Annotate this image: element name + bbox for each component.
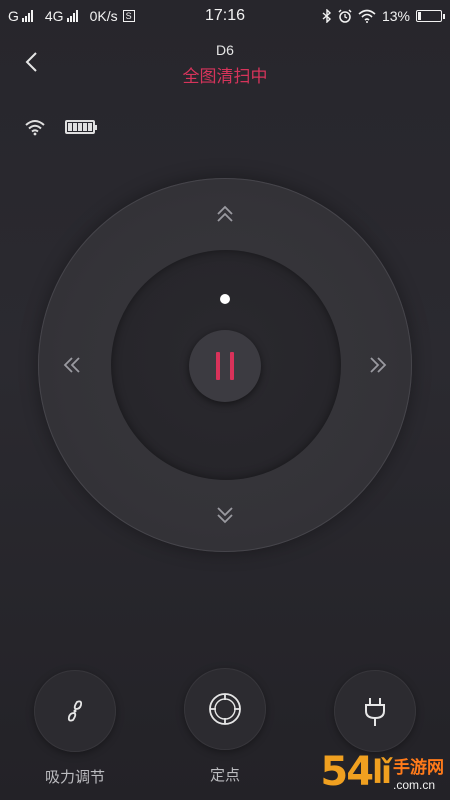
status-right: 13% — [322, 8, 445, 24]
watermark-text: 手游网 — [393, 758, 444, 777]
pause-icon — [216, 352, 220, 380]
recharge-button[interactable] — [334, 670, 416, 752]
cleaning-status: 全图清扫中 — [182, 67, 268, 86]
double-chevron-down-icon — [217, 507, 233, 524]
watermark-number: 54 — [320, 749, 374, 795]
device-battery-icon — [65, 120, 97, 134]
turn-right-button[interactable] — [366, 354, 388, 381]
suction-adjust-label: 吸力调节 — [44, 769, 105, 786]
suction-adjust-button[interactable] — [34, 670, 116, 752]
device-wifi-icon — [25, 120, 45, 136]
bluetooth-icon — [322, 9, 331, 23]
watermark-url: .com.cn — [393, 778, 436, 792]
watermark-logo: 54 lǐ 手游网 .com.cn — [320, 752, 444, 792]
status-bar: G 4G 0K/s S 17:16 13% — [0, 0, 450, 32]
watermark-text-group: 手游网 .com.cn — [393, 758, 444, 792]
fan-icon — [67, 700, 83, 722]
pause-icon-bar — [230, 352, 234, 380]
double-chevron-left-icon — [63, 357, 80, 373]
page-title: D6 — [216, 42, 234, 58]
position-dot — [220, 294, 230, 304]
battery-icon — [416, 10, 445, 22]
double-chevron-up-icon — [217, 205, 233, 222]
move-backward-button[interactable] — [213, 505, 237, 530]
turn-left-button[interactable] — [62, 354, 84, 381]
spot-target-icon — [209, 693, 241, 725]
watermark-glyph: lǐ — [372, 753, 392, 791]
spot-clean-label: 定点 — [209, 767, 240, 784]
battery-percent: 13% — [381, 8, 410, 24]
move-forward-button[interactable] — [213, 204, 237, 229]
battery-fill — [418, 12, 421, 20]
plug-icon — [365, 698, 385, 726]
wifi-icon — [358, 9, 376, 23]
pause-button[interactable] — [189, 330, 261, 402]
double-chevron-right-icon — [370, 357, 387, 373]
spot-clean-button[interactable] — [184, 668, 266, 750]
alarm-icon — [338, 9, 352, 23]
